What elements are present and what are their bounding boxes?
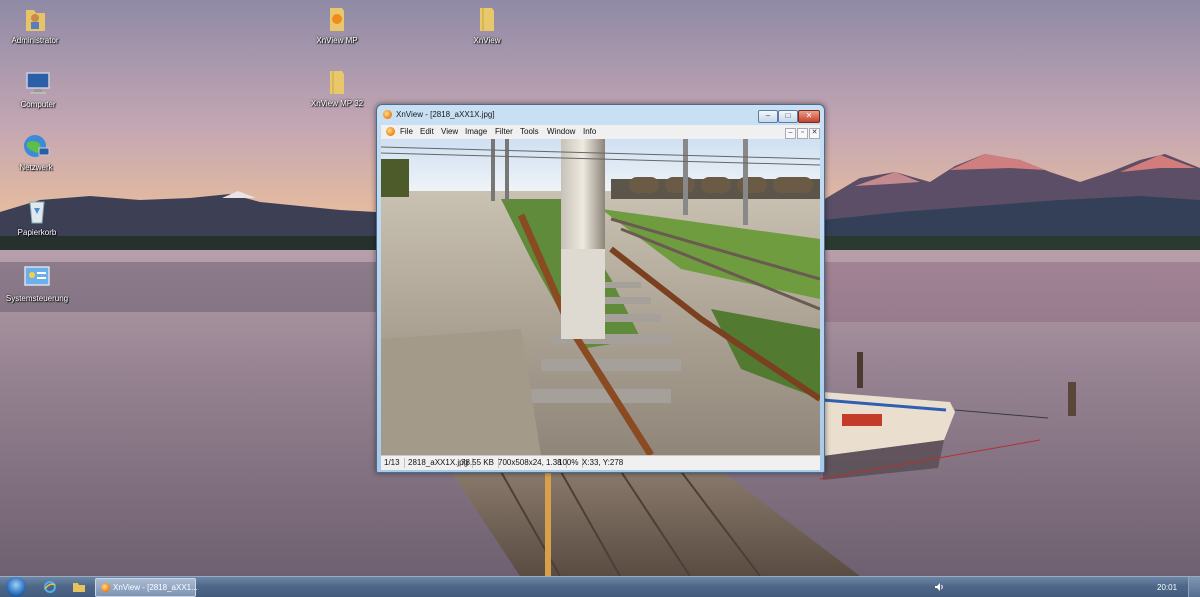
menu-view[interactable]: View xyxy=(441,127,458,136)
desktop-icon-label: XnView xyxy=(473,36,501,45)
desktop-icon-label: Systemsteuerung xyxy=(5,294,69,303)
recycle-bin-icon xyxy=(29,201,45,224)
desktop-icon-xnview-mp[interactable]: XnView MP xyxy=(297,4,377,45)
desktop-icon-xnview[interactable]: XnView xyxy=(447,4,527,45)
desktop-icon-papierkorb[interactable]: Papierkorb xyxy=(0,196,77,237)
mdi-child-icon[interactable] xyxy=(386,127,395,136)
menu-filter[interactable]: Filter xyxy=(495,127,513,136)
volume-icon[interactable] xyxy=(934,582,944,592)
xnview-app-icon xyxy=(101,583,110,592)
status-cursor: X:33, Y:278 xyxy=(582,458,624,467)
window-titlebar[interactable]: XnView - [2818_aXX1X.jpg] ‒ □ ✕ xyxy=(377,105,824,125)
window-title: XnView - [2818_aXX1X.jpg] xyxy=(396,110,495,119)
mdi-restore-button[interactable]: ▫ xyxy=(797,128,808,139)
desktop-icon-label: Netzwerk xyxy=(19,163,53,172)
computer-icon xyxy=(26,72,50,94)
internet-explorer-icon[interactable] xyxy=(43,580,57,594)
folder-icon xyxy=(480,8,494,31)
desktop-icon-administrator[interactable]: Administrator xyxy=(0,4,75,45)
image-view[interactable] xyxy=(381,139,820,455)
status-dimensions: 700x508x24, 1.38 xyxy=(498,458,567,468)
menu-info[interactable]: Info xyxy=(583,127,596,136)
desktop-icon-label: XnView MP 32 xyxy=(310,99,364,108)
taskbar-item-label: XnView - [2818_aXX1... xyxy=(113,583,198,592)
desktop-icon-label: Papierkorb xyxy=(17,228,57,237)
status-filesize: 78.55 KB xyxy=(461,458,499,468)
taskbar: XnView - [2818_aXX1... 20:01 xyxy=(0,576,1200,597)
status-zoom: 100% xyxy=(558,458,584,468)
system-clock[interactable]: 20:01 xyxy=(1157,583,1177,592)
status-bar: 1/13 2818_aXX1X.jpg 78.55 KB 700x508x24,… xyxy=(381,455,820,470)
mdi-minimize-button[interactable]: ‒ xyxy=(785,128,796,139)
xnview-window[interactable]: XnView - [2818_aXX1X.jpg] ‒ □ ✕ File Edi… xyxy=(376,104,825,473)
folder-icon xyxy=(330,71,344,94)
explorer-folder-icon[interactable] xyxy=(72,580,86,594)
close-button[interactable]: ✕ xyxy=(798,110,820,123)
minimize-button[interactable]: ‒ xyxy=(758,110,778,123)
desktop-icon-xnview-mp-32[interactable]: XnView MP 32 xyxy=(297,67,377,108)
xnview-mp-folder-icon xyxy=(330,8,344,31)
menu-image[interactable]: Image xyxy=(465,127,487,136)
desktop-icon-systemsteuerung[interactable]: Systemsteuerung xyxy=(0,262,77,303)
network-globe-icon xyxy=(24,135,50,157)
desktop-icon-label: Computer xyxy=(20,100,56,109)
user-folder-icon xyxy=(26,10,45,31)
mdi-close-button[interactable]: ✕ xyxy=(809,128,820,139)
taskbar-item-xnview[interactable]: XnView - [2818_aXX1... xyxy=(95,578,198,597)
menu-bar: File Edit View Image Filter Tools Window… xyxy=(381,125,820,139)
start-button[interactable] xyxy=(6,577,26,597)
status-position: 1/13 xyxy=(384,458,405,468)
menu-edit[interactable]: Edit xyxy=(420,127,434,136)
menu-window[interactable]: Window xyxy=(547,127,575,136)
maximize-button[interactable]: □ xyxy=(778,110,798,123)
desktop-icon-computer[interactable]: Computer xyxy=(0,68,78,109)
xnview-app-icon xyxy=(383,110,392,119)
desktop-icon-label: Administrator xyxy=(11,36,59,45)
show-desktop-button[interactable] xyxy=(1188,577,1200,597)
menu-file[interactable]: File xyxy=(400,127,413,136)
desktop: Administrator Computer Netzwerk Papierko… xyxy=(0,0,1200,576)
desktop-icon-label: XnView MP xyxy=(316,36,358,45)
menu-tools[interactable]: Tools xyxy=(520,127,539,136)
control-panel-icon xyxy=(24,266,50,286)
desktop-icon-netzwerk[interactable]: Netzwerk xyxy=(0,131,76,172)
